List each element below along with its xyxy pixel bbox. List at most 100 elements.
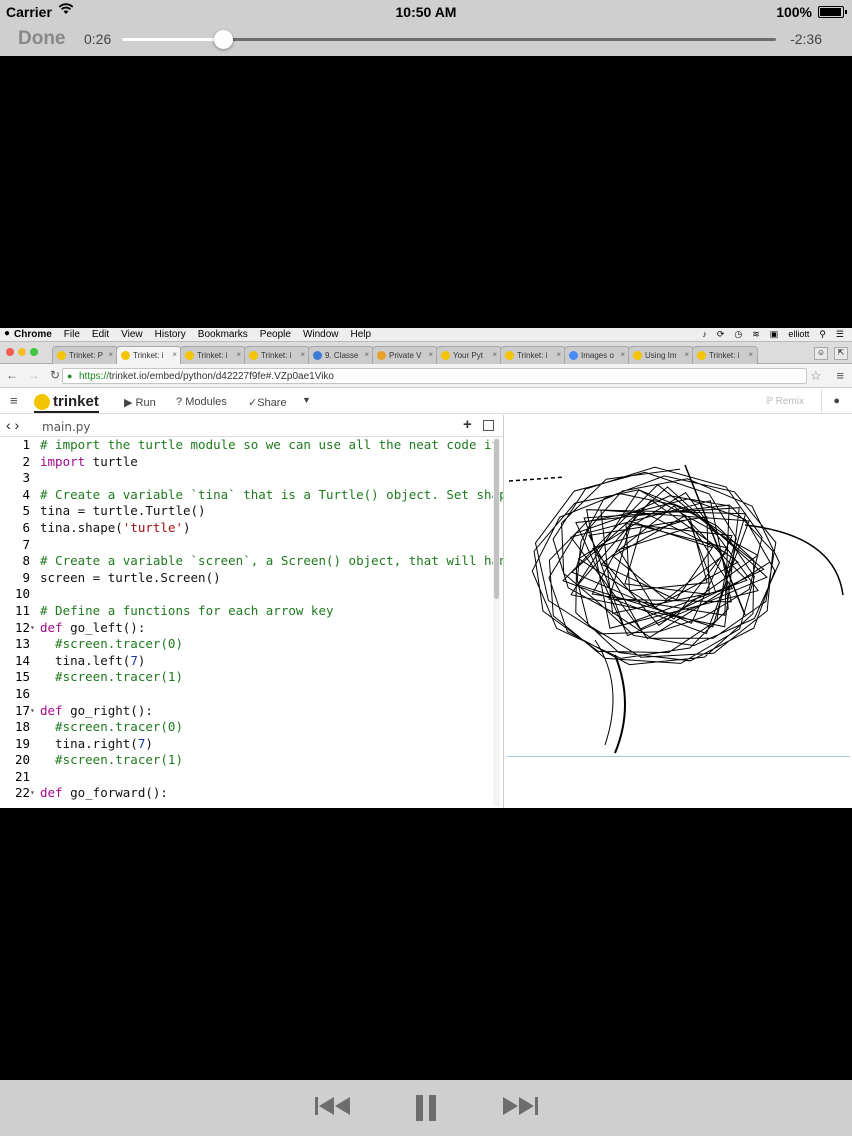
code-line[interactable]: 8 # Create a variable `screen`, a Screen(… <box>0 553 503 570</box>
image-upload-icon[interactable] <box>483 420 494 431</box>
close-tab-icon[interactable]: × <box>236 350 241 359</box>
add-file-icon[interactable]: + <box>463 416 472 433</box>
code-line[interactable]: 9 screen = turtle.Screen() <box>0 570 492 587</box>
close-tab-icon[interactable]: × <box>620 350 625 359</box>
fast-forward-icon[interactable] <box>501 1094 539 1122</box>
chrome-menu-icon[interactable]: ≡ <box>836 368 844 383</box>
browser-tab[interactable]: Trinket: i × <box>692 346 758 364</box>
code-editor[interactable]: ‹ › main.py + 1 # import the turtle modul… <box>0 415 504 808</box>
close-tab-icon[interactable]: × <box>108 350 113 359</box>
reload-icon[interactable]: ↻ <box>50 368 60 382</box>
code-line[interactable]: 12 ▾ def go_left(): <box>0 620 492 637</box>
minimize-window-icon[interactable] <box>18 348 26 356</box>
browser-tab[interactable]: Private V × <box>372 346 438 364</box>
code-line[interactable]: 11 # Define a functions for each arrow ke… <box>0 603 492 620</box>
close-tab-icon[interactable]: × <box>172 350 177 359</box>
close-tab-icon[interactable]: × <box>428 350 433 359</box>
code-line[interactable]: 2 import turtle <box>0 454 492 471</box>
close-tab-icon[interactable]: × <box>364 350 369 359</box>
mac-menu-bookmarks[interactable]: Bookmarks <box>198 329 248 340</box>
line-number: 1 <box>22 437 30 452</box>
editor-scrollbar[interactable] <box>493 437 500 807</box>
code-line[interactable]: 20 #screen.tracer(1) <box>0 752 492 769</box>
browser-tab-label: Trinket: i <box>709 351 740 360</box>
line-number: 20 <box>14 752 30 768</box>
scrubber-track[interactable] <box>122 30 776 49</box>
mac-menu-file[interactable]: File <box>64 329 80 340</box>
code-line[interactable]: 13 #screen.tracer(0) <box>0 636 492 653</box>
fold-arrow-icon[interactable]: ▾ <box>30 785 35 802</box>
fold-arrow-icon[interactable]: ▾ <box>30 620 35 637</box>
code-line[interactable]: 15 #screen.tracer(1) <box>0 669 492 686</box>
pause-icon[interactable] <box>414 1094 438 1122</box>
browser-tab[interactable]: Trinket: i × <box>244 346 310 364</box>
code-toggle-icon[interactable]: ‹ › <box>6 417 19 433</box>
mac-menu-window[interactable]: Window <box>303 329 339 340</box>
code-area[interactable]: 1 # import the turtle module so we can us… <box>0 437 503 802</box>
share-button[interactable]: ✓Share <box>248 396 287 409</box>
browser-tab-label: Trinket: i <box>197 351 228 360</box>
rewind-icon[interactable] <box>314 1094 352 1122</box>
scrubber-knob[interactable] <box>213 30 233 49</box>
modules-button[interactable]: ? Modules <box>176 396 227 408</box>
code-line[interactable]: 17 ▾ def go_right(): <box>0 703 492 720</box>
profile-icon[interactable]: ☺ <box>814 347 828 360</box>
zoom-window-icon[interactable] <box>30 348 38 356</box>
chevron-down-icon[interactable]: ▼ <box>302 395 311 405</box>
run-button[interactable]: ▶ Run <box>124 396 156 409</box>
browser-tab[interactable]: Your Pyt × <box>436 346 502 364</box>
mac-menu-help[interactable]: Help <box>351 329 372 340</box>
hamburger-icon[interactable]: ≡ <box>10 393 18 408</box>
done-button[interactable]: Done <box>18 28 66 50</box>
trinket-logo[interactable]: trinket <box>34 393 99 413</box>
close-tab-icon[interactable]: × <box>748 350 753 359</box>
bookmark-star-icon[interactable]: ☆ <box>810 368 822 384</box>
browser-tab[interactable]: 9. Classe × <box>308 346 374 364</box>
code-line[interactable]: 3 <box>0 470 492 487</box>
code-line[interactable]: 21 <box>0 769 492 786</box>
browser-tab[interactable]: Trinket: P × <box>52 346 118 364</box>
code-line[interactable]: 18 #screen.tracer(0) <box>0 719 492 736</box>
browser-tab[interactable]: Trinket: i × <box>116 346 182 364</box>
favicon-icon <box>121 351 130 360</box>
close-tab-icon[interactable]: × <box>556 350 561 359</box>
close-tab-icon[interactable]: × <box>684 350 689 359</box>
code-line[interactable]: 14 tina.left(7) <box>0 653 492 670</box>
forward-icon[interactable]: → <box>28 368 40 382</box>
remix-button[interactable]: ℙ Remix <box>766 396 804 407</box>
code-line[interactable]: 22 ▾ def go_forward(): <box>0 785 492 802</box>
browser-tab[interactable]: Using Im × <box>628 346 694 364</box>
video-frame[interactable]: ● Chrome File Edit View History Bookmarks Peop… <box>0 328 852 808</box>
back-icon[interactable]: ← <box>6 368 18 382</box>
code-text: screen = turtle.Screen() <box>40 569 221 585</box>
browser-tab[interactable]: Trinket: i × <box>500 346 566 364</box>
close-tab-icon[interactable]: × <box>492 350 497 359</box>
close-window-icon[interactable] <box>6 348 14 356</box>
mac-menu-people[interactable]: People <box>260 329 291 340</box>
mac-menu-view[interactable]: View <box>121 329 143 340</box>
code-line[interactable]: 1 # import the turtle module so we can us… <box>0 437 499 454</box>
file-tab-main[interactable]: main.py <box>42 420 91 434</box>
close-tab-icon[interactable]: × <box>300 350 305 359</box>
user-icon[interactable]: ● <box>833 395 840 407</box>
code-line[interactable]: 16 <box>0 686 492 703</box>
url-scheme: https:// <box>79 371 110 382</box>
code-line[interactable]: 19 tina.right(7) <box>0 736 492 753</box>
url-field[interactable]: ● https://trinket.io/embed/python/d42227… <box>62 368 807 384</box>
code-line[interactable]: 5 tina = turtle.Turtle() <box>0 503 492 520</box>
browser-tab-label: Trinket: i <box>261 351 292 360</box>
fold-arrow-icon[interactable]: ▾ <box>30 703 35 720</box>
elapsed-time: 0:26 <box>84 31 112 47</box>
code-line[interactable]: 4 # Create a variable `tina` that is a Tu… <box>0 487 503 504</box>
mac-menu-history[interactable]: History <box>155 329 186 340</box>
browser-tab[interactable]: Trinket: i × <box>180 346 246 364</box>
mac-menu-edit[interactable]: Edit <box>92 329 109 340</box>
code-line[interactable]: 6 tina.shape('turtle') <box>0 520 492 537</box>
restore-icon[interactable]: ⇱ <box>834 347 848 360</box>
code-line[interactable]: 7 <box>0 537 492 554</box>
turtle-drawing <box>508 464 844 754</box>
scrollbar-thumb[interactable] <box>494 439 499 599</box>
code-line[interactable]: 10 <box>0 586 492 603</box>
browser-tab[interactable]: Images o × <box>564 346 630 364</box>
mac-menu-chrome[interactable]: Chrome <box>14 329 52 340</box>
